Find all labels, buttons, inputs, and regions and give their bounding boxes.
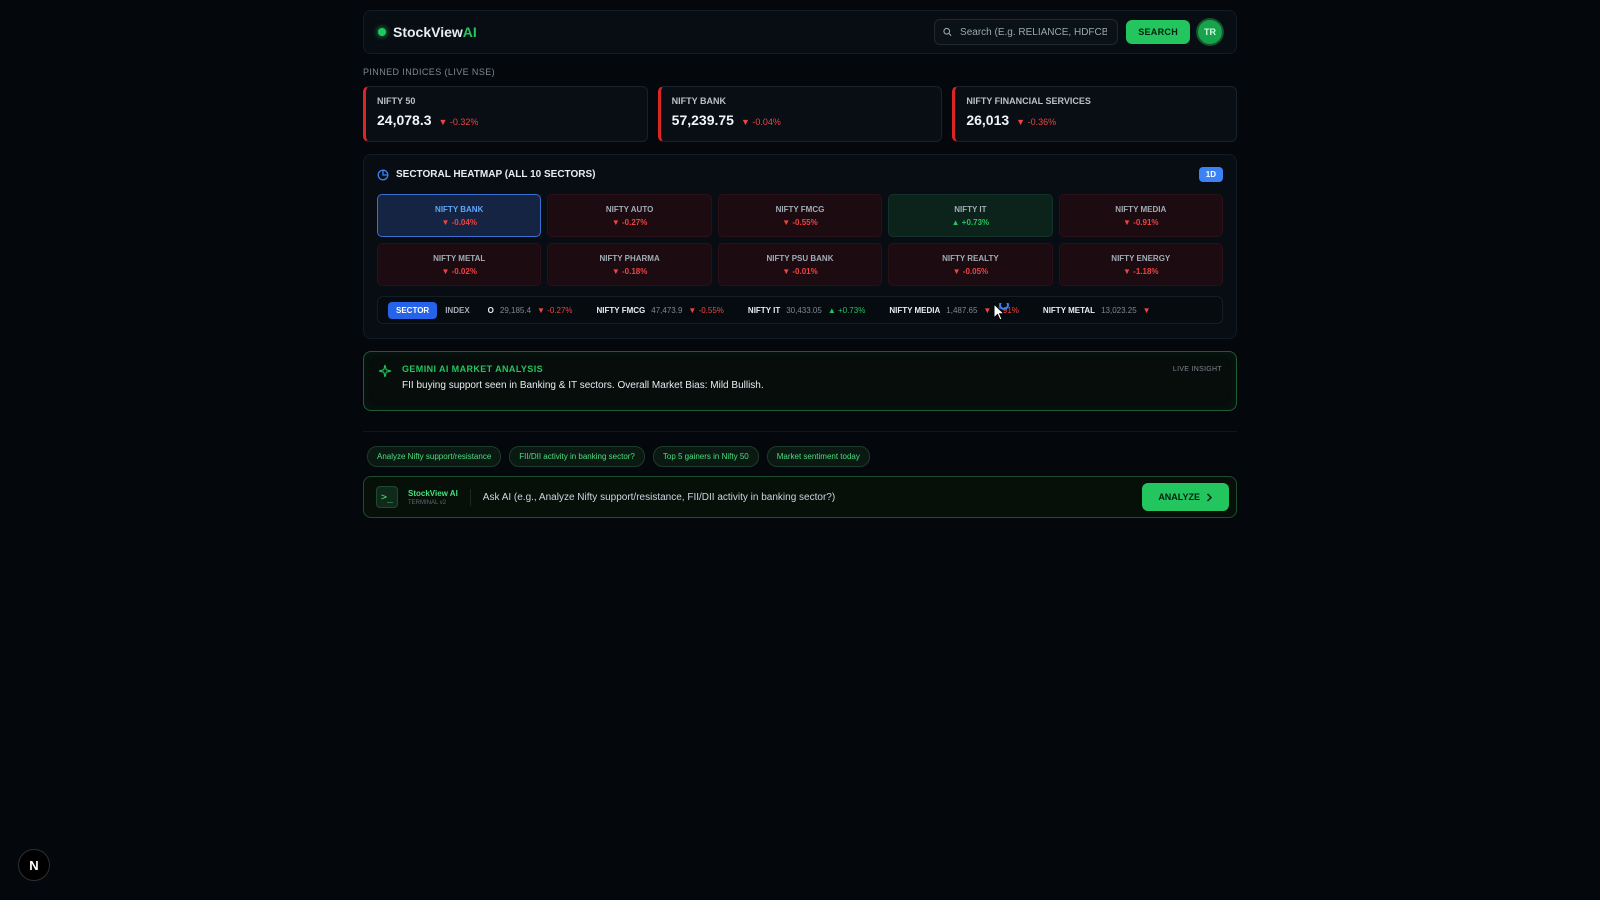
live-insight-badge: LIVE INSIGHT xyxy=(1172,366,1222,373)
analyze-button[interactable]: ANALYZE xyxy=(1142,483,1229,511)
pinned-value: 24,078.3 xyxy=(377,112,432,128)
pinned-name: NIFTY 50 xyxy=(377,96,416,106)
pinned-change: ▼ -0.36% xyxy=(1016,117,1057,127)
ticker-item[interactable]: O 29,185.4 ▼ -0.27% xyxy=(488,306,573,315)
heatmap-tile-nifty-bank[interactable]: NIFTY BANK ▼ -0.04% xyxy=(377,194,542,237)
analysis-text: FII buying support seen in Banking & IT … xyxy=(402,380,764,391)
mouse-cursor-icon xyxy=(993,303,1009,321)
ticker-item[interactable]: NIFTY IT 30,433.05 ▲ +0.73% xyxy=(748,306,865,315)
pie-chart-icon xyxy=(377,169,389,180)
pinned-indices: NIFTY 50 24,078.3 ▼ -0.32% NIFTY BANK 57… xyxy=(363,86,1238,142)
pinned-label: PINNED INDICES (LIVE NSE) xyxy=(363,67,496,77)
timeframe-badge[interactable]: 1D xyxy=(1198,167,1223,182)
suggestion-chip[interactable]: FII/DII activity in banking sector? xyxy=(509,446,645,467)
ticker-item[interactable]: NIFTY METAL 13,023.25 ▼ xyxy=(1043,306,1151,315)
suggestion-chips: Analyze Nifty support/resistance FII/DII… xyxy=(363,446,1237,467)
brand-logo[interactable]: StockViewAI xyxy=(378,24,477,40)
pinned-card-nifty-financial-services[interactable]: NIFTY FINANCIAL SERVICES 26,013 ▼ -0.36% xyxy=(952,86,1238,142)
analysis-title: GEMINI AI MARKET ANALYSIS xyxy=(402,364,544,374)
suggestion-chip[interactable]: Top 5 gainers in Nifty 50 xyxy=(652,446,759,467)
heatmap-tile-nifty-psu-bank[interactable]: NIFTY PSU BANK ▼ -0.01% xyxy=(717,243,883,286)
search-input[interactable] xyxy=(958,25,1110,39)
pinned-card-nifty-bank[interactable]: NIFTY BANK 57,239.75 ▼ -0.04% xyxy=(657,86,943,142)
heatmap-tile-nifty-realty[interactable]: NIFTY REALTY ▼ -0.05% xyxy=(888,243,1053,286)
heatmap-tile-nifty-fmcg[interactable]: NIFTY FMCG ▼ -0.55% xyxy=(717,194,883,237)
brand-name: StockViewAI xyxy=(393,24,477,40)
app-header: StockViewAI SEARCH TR xyxy=(363,10,1237,54)
ticker-item[interactable]: NIFTY FMCG 47,473.9 ▼ -0.55% xyxy=(597,306,724,315)
ask-ai-input[interactable] xyxy=(480,490,1133,504)
live-dot-icon xyxy=(378,28,386,36)
sectoral-heatmap: SECTORAL HEATMAP (ALL 10 SECTORS) 1D NIF… xyxy=(363,154,1237,339)
pinned-card-nifty-50[interactable]: NIFTY 50 24,078.3 ▼ -0.32% xyxy=(363,86,648,142)
search-box[interactable] xyxy=(934,19,1119,45)
ai-market-analysis: GEMINI AI MARKET ANALYSIS FII buying sup… xyxy=(363,351,1237,411)
heatmap-grid: NIFTY BANK ▼ -0.04% NIFTY AUTO ▼ -0.27% NI… xyxy=(377,194,1223,286)
chevron-right-icon xyxy=(1206,492,1213,502)
heatmap-tile-nifty-media[interactable]: NIFTY MEDIA ▼ -0.91% xyxy=(1058,194,1223,237)
heatmap-tile-nifty-auto[interactable]: NIFTY AUTO ▼ -0.27% xyxy=(547,194,712,237)
pinned-change: ▼ -0.04% xyxy=(740,117,781,127)
heatmap-tile-nifty-metal[interactable]: NIFTY METAL ▼ -0.02% xyxy=(377,243,542,286)
divider xyxy=(363,431,1237,432)
sparkle-icon xyxy=(378,364,392,378)
toggle-sector[interactable]: SECTOR xyxy=(388,301,438,319)
search-icon xyxy=(943,27,952,37)
pinned-value: 57,239.75 xyxy=(671,112,734,128)
toggle-index[interactable]: INDEX xyxy=(437,302,477,319)
pinned-value: 26,013 xyxy=(966,112,1010,128)
ticker-strip: SECTOR INDEX O 29,185.4 ▼ -0.27% NIFTY F… xyxy=(377,296,1223,324)
ask-ai-bar: >_ StockView AI TERMINAL v2 ANALYZE xyxy=(363,476,1237,518)
sector-index-toggle: SECTOR INDEX xyxy=(388,301,478,319)
nextjs-badge[interactable]: N xyxy=(18,849,50,881)
heatmap-tile-nifty-pharma[interactable]: NIFTY PHARMA ▼ -0.18% xyxy=(547,243,712,286)
heatmap-tile-nifty-it[interactable]: NIFTY IT ▲ +0.73% xyxy=(888,194,1053,237)
pinned-change: ▼ -0.32% xyxy=(438,117,479,127)
terminal-icon: >_ xyxy=(376,486,398,508)
suggestion-chip[interactable]: Market sentiment today xyxy=(766,446,870,467)
terminal-brand: StockView AI TERMINAL v2 xyxy=(408,488,471,506)
pinned-name: NIFTY FINANCIAL SERVICES xyxy=(966,96,1091,106)
heatmap-tile-nifty-energy[interactable]: NIFTY ENERGY ▼ -1.18% xyxy=(1058,243,1223,286)
user-avatar[interactable]: TR xyxy=(1198,20,1222,44)
search-button[interactable]: SEARCH xyxy=(1126,20,1190,44)
pinned-name: NIFTY BANK xyxy=(671,96,727,106)
heatmap-title: SECTORAL HEATMAP (ALL 10 SECTORS) xyxy=(396,169,596,180)
suggestion-chip[interactable]: Analyze Nifty support/resistance xyxy=(367,446,502,467)
dashboard: StockViewAI SEARCH TR PINNED INDICES (LI… xyxy=(363,10,1238,518)
